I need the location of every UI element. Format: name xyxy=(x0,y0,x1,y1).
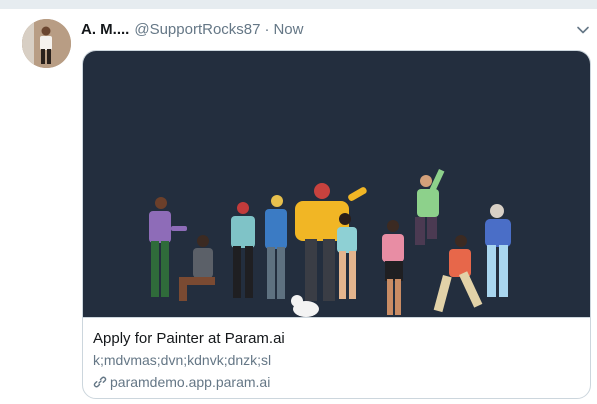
link-icon xyxy=(93,376,107,388)
author-name[interactable]: A. M.... xyxy=(81,21,129,38)
tweet-header: A. M.... @SupportRocks87 · Now xyxy=(81,19,303,39)
card-description: k;mdvmas;dvn;kdnvk;dnzk;sl xyxy=(93,352,272,368)
card-title[interactable]: Apply for Painter at Param.ai xyxy=(93,330,285,347)
card-domain-text[interactable]: paramdemo.app.param.ai xyxy=(110,374,270,390)
user-avatar[interactable] xyxy=(22,19,71,68)
tweet-timestamp[interactable]: Now xyxy=(273,21,303,38)
people-celebrating-illustration xyxy=(149,168,511,317)
author-handle[interactable]: @SupportRocks87 xyxy=(134,21,260,38)
card-domain[interactable]: paramdemo.app.param.ai xyxy=(93,374,270,390)
separator-dot: · xyxy=(264,20,270,38)
tweet[interactable]: A. M.... @SupportRocks87 · Now Apply for… xyxy=(0,8,597,404)
card-image[interactable] xyxy=(83,51,590,317)
card-text[interactable]: Apply for Painter at Param.ai k;mdvmas;d… xyxy=(83,317,590,398)
chevron-down-icon[interactable] xyxy=(574,21,592,39)
link-card[interactable]: Apply for Painter at Param.ai k;mdvmas;d… xyxy=(82,50,591,399)
